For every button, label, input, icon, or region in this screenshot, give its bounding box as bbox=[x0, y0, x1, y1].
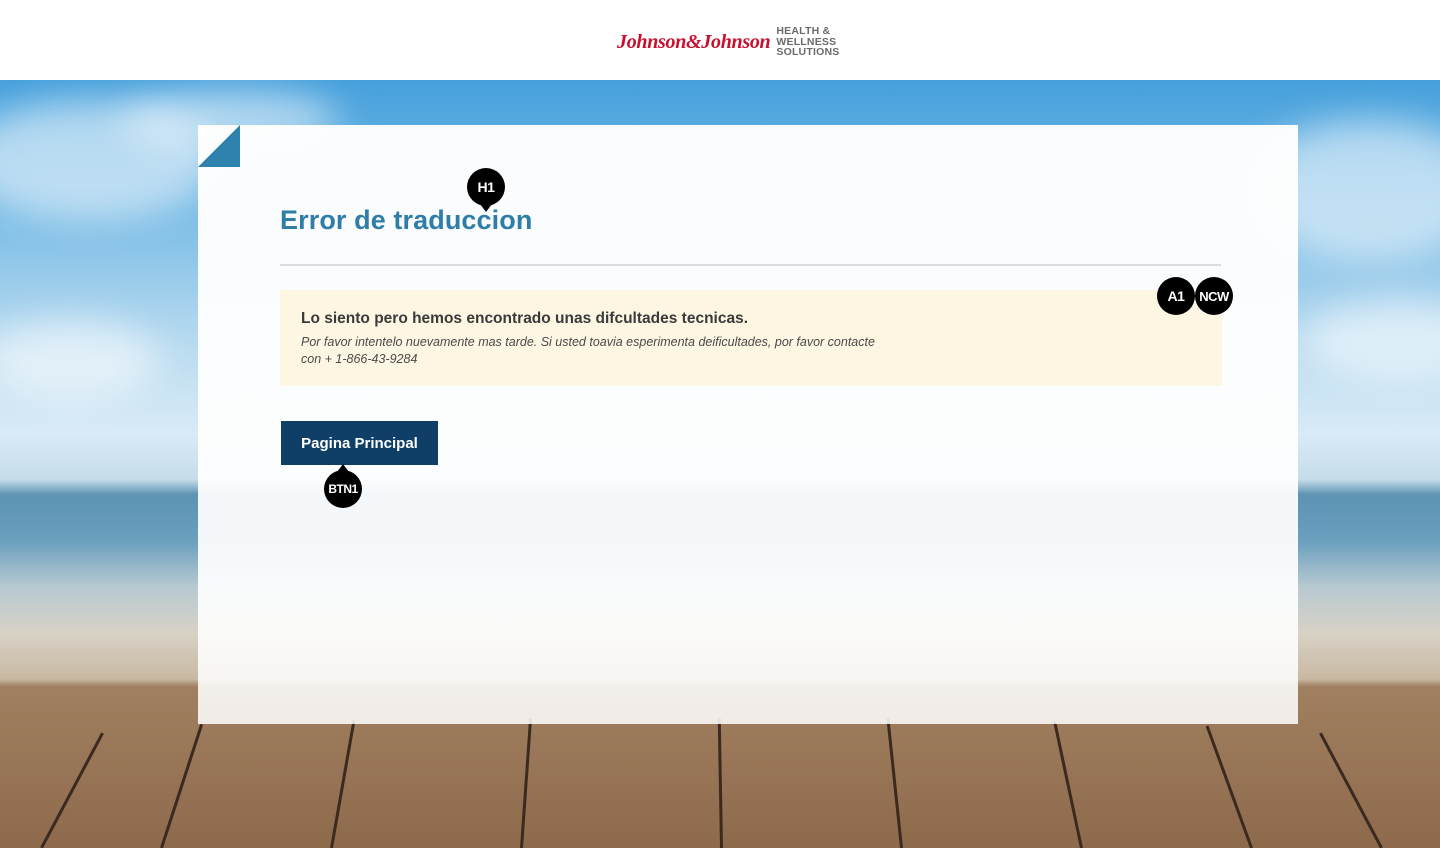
page-title: Error de traduccion bbox=[280, 205, 533, 235]
cloud bbox=[1300, 300, 1440, 380]
logo-wordmark: Johnson&Johnson bbox=[617, 30, 771, 53]
alert-body: Por favor intentelo nuevamente mas tarde… bbox=[301, 335, 875, 366]
annotation-marker-ncw: NCW bbox=[1195, 277, 1233, 315]
jnj-logo[interactable]: Johnson&Johnson HEALTH & WELLNESS SOLUTI… bbox=[617, 24, 839, 60]
deck-plank-line bbox=[1205, 725, 1253, 848]
alert-heading: Lo siento pero hemos encontrado unas dif… bbox=[301, 310, 749, 327]
site-header: Johnson&Johnson HEALTH & WELLNESS SOLUTI… bbox=[0, 0, 1440, 80]
deck-plank-line bbox=[886, 718, 903, 848]
deck-plank-line bbox=[1319, 732, 1383, 848]
logo-tagline: HEALTH & WELLNESS SOLUTIONS bbox=[776, 26, 839, 58]
deck-plank-line bbox=[1053, 720, 1083, 848]
deck-plank-line bbox=[160, 723, 204, 848]
annotation-marker-h1: H1 bbox=[467, 168, 505, 212]
deck-plank-line bbox=[717, 717, 723, 848]
annotation-marker-a1: A1 bbox=[1157, 277, 1195, 315]
cloud bbox=[0, 320, 160, 400]
card-corner-fold bbox=[198, 125, 240, 167]
deck-plank-line bbox=[520, 718, 533, 848]
annotation-marker-btn1: BTN1 bbox=[324, 464, 362, 508]
logo-tagline-line-3: SOLUTIONS bbox=[776, 46, 840, 59]
error-alert: Lo siento pero hemos encontrado unas dif… bbox=[280, 290, 1222, 386]
deck-plank-line bbox=[330, 719, 356, 848]
deck-plank-line bbox=[40, 732, 104, 848]
title-divider bbox=[280, 264, 1221, 266]
home-page-button[interactable]: Pagina Principal bbox=[281, 421, 438, 465]
